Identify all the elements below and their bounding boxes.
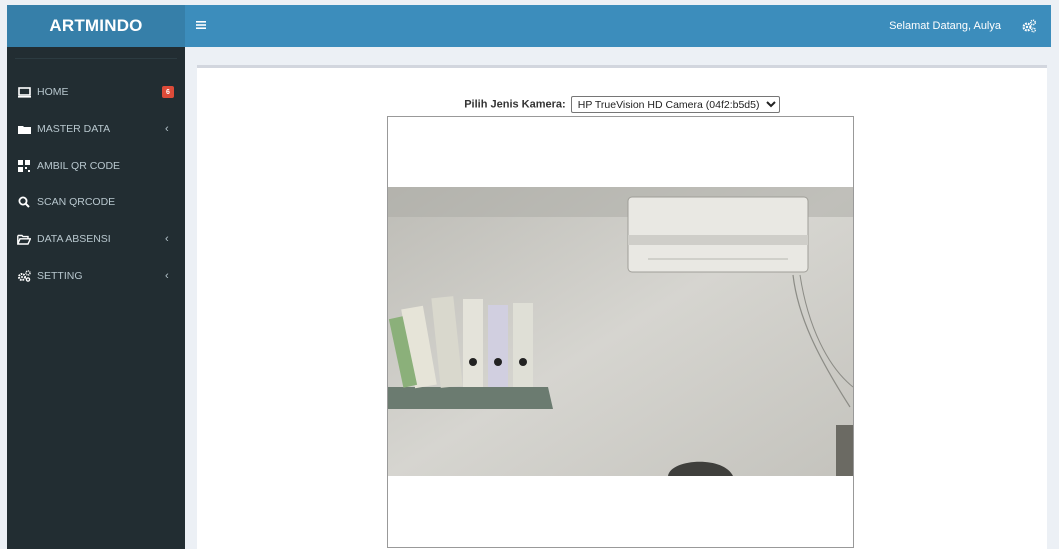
qrcode-icon (17, 160, 31, 172)
sidebar-item-scan-qrcode[interactable]: SCAN QRCODE (7, 187, 185, 217)
sidebar-item-label: SETTING (37, 270, 83, 282)
welcome-text[interactable]: Selamat Datang, Aulya (889, 5, 1001, 47)
notification-badge: 6 (162, 86, 174, 98)
settings-button[interactable] (1021, 18, 1037, 34)
search-icon (17, 196, 31, 208)
cogs-icon (17, 270, 31, 282)
camera-image (388, 187, 853, 476)
camera-select-label: Pilih Jenis Kamera: (464, 98, 566, 111)
sidebar-divider (15, 58, 177, 59)
desktop-icon (17, 86, 31, 98)
sidebar-item-label: DATA ABSENSI (37, 233, 111, 245)
sidebar-item-label: SCAN QRCODE (37, 196, 116, 208)
camera-select[interactable]: HP TrueVision HD Camera (04f2:b5d5) (570, 96, 780, 113)
folder-open-icon (17, 233, 31, 245)
sidebar-item-home[interactable]: HOME 6 (7, 77, 185, 107)
sidebar-item-label: MASTER DATA (37, 123, 111, 135)
camera-video-feed (388, 187, 853, 476)
brand-logo[interactable]: ARTMINDO (7, 5, 185, 47)
chevron-left-icon: ‹ (165, 123, 169, 135)
app-window: ARTMINDO Selamat Datang, Aulya HOME 6 MA… (7, 5, 1051, 549)
sidebar-toggle-button[interactable] (195, 15, 213, 35)
sidebar-item-label: HOME (37, 86, 69, 98)
hamburger-icon (196, 21, 206, 29)
camera-preview-frame (387, 116, 854, 548)
folder-icon (17, 123, 31, 135)
cogs-icon (1022, 19, 1037, 33)
chevron-left-icon: ‹ (165, 233, 169, 245)
content-panel: Pilih Jenis Kamera: HP TrueVision HD Cam… (197, 65, 1047, 549)
chevron-left-icon: ‹ (165, 270, 169, 282)
sidebar-item-ambil-qr-code[interactable]: AMBIL QR CODE (7, 151, 185, 181)
top-navbar: ARTMINDO Selamat Datang, Aulya (7, 5, 1051, 47)
sidebar-item-data-absensi[interactable]: DATA ABSENSI ‹ (7, 224, 185, 254)
sidebar: HOME 6 MASTER DATA ‹ AMBIL QR CODE SCAN … (7, 47, 185, 549)
camera-select-row: Pilih Jenis Kamera: HP TrueVision HD Cam… (197, 96, 1047, 113)
sidebar-item-setting[interactable]: SETTING ‹ (7, 261, 185, 291)
sidebar-item-label: AMBIL QR CODE (37, 160, 121, 172)
sidebar-item-master-data[interactable]: MASTER DATA ‹ (7, 114, 185, 144)
